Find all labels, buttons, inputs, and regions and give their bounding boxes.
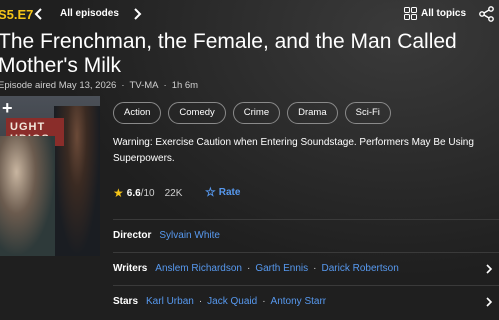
stars-label: Stars	[113, 296, 139, 307]
director-label: Director	[113, 230, 152, 241]
all-episodes-link[interactable]: All episodes	[60, 8, 119, 19]
divider	[113, 252, 499, 253]
genre-chip[interactable]: Crime	[232, 102, 281, 124]
rating-out-of: /10	[140, 187, 155, 199]
share-icon[interactable]	[478, 5, 496, 23]
chevron-right-icon	[134, 8, 142, 20]
air-date: Episode aired May 13, 2026	[0, 80, 117, 91]
star-outline-icon: ☆	[205, 185, 216, 199]
genre-chips: Action Comedy Crime Drama Sci-Fi	[113, 102, 391, 124]
chevron-right-icon[interactable]	[484, 263, 494, 275]
divider	[113, 285, 499, 286]
writers-label: Writers	[113, 263, 148, 274]
rate-label: Rate	[218, 186, 241, 198]
episode-code: S5.E7	[0, 7, 34, 22]
genre-chip[interactable]: Sci-Fi	[344, 102, 391, 124]
genre-chip[interactable]: Action	[113, 102, 162, 124]
rating-score: 6.6	[126, 187, 141, 199]
rate-button[interactable]: ☆ Rate	[205, 185, 240, 199]
writer-name[interactable]: Garth Ennis	[255, 263, 308, 274]
star-name[interactable]: Jack Quaid	[207, 296, 257, 307]
previous-episode-button[interactable]	[31, 5, 47, 23]
genre-chip[interactable]: Comedy	[168, 102, 226, 124]
episode-title: The Frenchman, the Female, and the Man C…	[0, 30, 457, 77]
all-topics-label: All topics	[421, 8, 467, 19]
add-to-watchlist-icon[interactable]: +	[2, 98, 13, 119]
all-topics-button[interactable]: All topics	[404, 7, 466, 20]
top-bar: S5.E7 All episodes All topics	[0, 0, 499, 30]
star-name[interactable]: Karl Urban	[146, 296, 194, 307]
divider	[113, 219, 499, 220]
next-episode-button[interactable]	[129, 5, 145, 23]
genre-chip[interactable]: Drama	[287, 102, 338, 124]
chevron-left-icon	[34, 8, 42, 20]
star-name[interactable]: Antony Starr	[271, 296, 327, 307]
star-icon: ★	[113, 186, 124, 200]
runtime: 1h 6m	[171, 80, 199, 91]
rating-count: 22K	[164, 187, 183, 199]
content-rating: TV-MA	[129, 80, 159, 91]
chevron-right-icon[interactable]	[484, 296, 494, 308]
episode-poster[interactable]: UGHTUDIOS +	[0, 96, 100, 256]
stars-row[interactable]: Stars Karl Urban · Jack Quaid · Antony S…	[113, 296, 326, 307]
writer-name[interactable]: Anslem Richardson	[155, 263, 242, 274]
poster-figure-left	[0, 136, 55, 256]
director-name[interactable]: Sylvain White	[159, 230, 220, 241]
imdb-rating[interactable]: ★ 6.6 /10 22K	[113, 186, 182, 200]
writer-name[interactable]: Darick Robertson	[322, 263, 399, 274]
episode-plot: Warning: Exercise Caution when Entering …	[113, 137, 474, 164]
director-row: Director Sylvain White	[113, 230, 220, 241]
episode-meta: Episode aired May 13, 2026 · TV-MA · 1h 6m	[0, 80, 199, 91]
writers-row[interactable]: Writers Anslem Richardson · Garth Ennis …	[113, 263, 399, 274]
grid-icon	[404, 7, 417, 20]
